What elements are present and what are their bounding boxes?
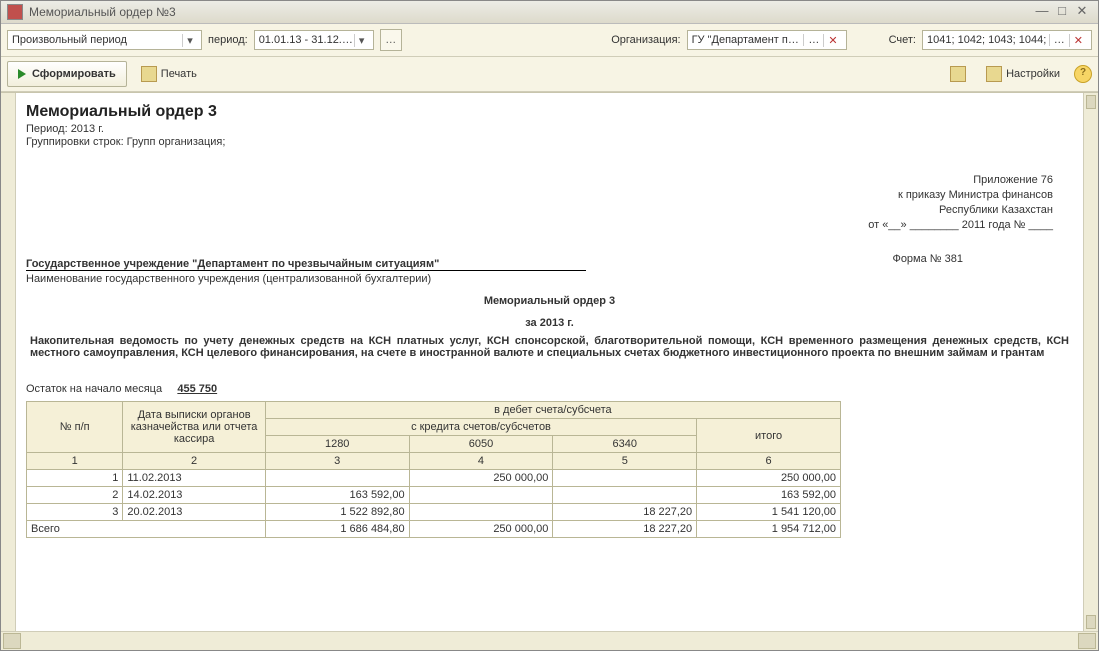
- colnum: 2: [123, 453, 265, 470]
- period-label: период:: [208, 34, 248, 46]
- scroll-track[interactable]: [23, 634, 1076, 648]
- org-sublabel: Наименование государственного учреждения…: [26, 273, 1073, 285]
- period-mode-combo[interactable]: Произвольный период ▾: [7, 30, 202, 50]
- window-title: Мемориальный ордер №3: [29, 5, 1032, 19]
- filter-toolbar: Произвольный период ▾ период: 01.01.13 -…: [1, 24, 1098, 57]
- table-total-row: Всего 1 686 484,80 250 000,00 18 227,20 …: [27, 521, 841, 538]
- report-grouping: Группировки строк: Групп организация;: [26, 136, 1073, 148]
- close-button[interactable]: ✕: [1072, 4, 1092, 20]
- help-button[interactable]: ?: [1074, 65, 1092, 83]
- chevron-down-icon[interactable]: ▾: [354, 34, 369, 47]
- appendix-block: Приложение 76 к приказу Министра финансо…: [868, 173, 1053, 233]
- table-row: 2 14.02.2013 163 592,00 163 592,00: [27, 487, 841, 504]
- balance-value: 455 750: [177, 383, 217, 395]
- generate-label: Сформировать: [32, 68, 116, 80]
- report-canvas: Мемориальный ордер 3 Период: 2013 г. Гру…: [16, 93, 1083, 631]
- settings-icon: [986, 66, 1002, 82]
- scroll-left-icon[interactable]: [3, 633, 21, 649]
- table-row: 1 11.02.2013 250 000,00 250 000,00: [27, 470, 841, 487]
- action-toolbar: Сформировать Печать Настройки ?: [1, 57, 1098, 92]
- th-col5: 6340: [553, 436, 697, 453]
- horizontal-scrollbar[interactable]: [1, 631, 1098, 650]
- scroll-right-icon[interactable]: [1078, 633, 1096, 649]
- acct-value: 1041; 1042; 1043; 1044;: [927, 34, 1049, 46]
- org-label: Организация:: [611, 34, 680, 46]
- generate-button[interactable]: Сформировать: [7, 61, 127, 87]
- grid-icon: [950, 66, 966, 82]
- settings-label: Настройки: [1006, 68, 1060, 80]
- ellipsis-icon[interactable]: …: [1049, 34, 1069, 46]
- printer-icon: [141, 66, 157, 82]
- chevron-down-icon[interactable]: ▾: [182, 34, 197, 47]
- opening-balance: Остаток на начало месяца 455 750: [26, 383, 1073, 395]
- th-col3: 1280: [265, 436, 409, 453]
- report-area: Мемориальный ордер 3 Период: 2013 г. Гру…: [1, 92, 1098, 631]
- report-table: № п/п Дата выписки органов казначейства …: [26, 401, 841, 538]
- vertical-scrollbar[interactable]: [1083, 93, 1098, 631]
- org-name: Государственное учреждение "Департамент …: [26, 258, 586, 271]
- org-field[interactable]: ГУ "Департамент по чр … ✕: [687, 30, 847, 50]
- app-window: Мемориальный ордер №3 — □ ✕ Произвольный…: [0, 0, 1099, 651]
- scroll-up-icon[interactable]: [1086, 95, 1096, 109]
- org-value: ГУ "Департамент по чр: [692, 34, 804, 46]
- balance-label: Остаток на начало месяца: [26, 383, 162, 395]
- th-debit: в дебет счета/субсчета: [265, 402, 840, 419]
- doc-description: Накопительная ведомость по учету денежны…: [30, 335, 1069, 359]
- report-title: Мемориальный ордер 3: [26, 103, 1073, 121]
- settings-button[interactable]: Настройки: [980, 63, 1066, 85]
- appendix-line: Республики Казахстан: [868, 203, 1053, 218]
- app-icon: [7, 4, 23, 20]
- th-date: Дата выписки органов казначейства или от…: [123, 402, 265, 453]
- doc-subtitle: за 2013 г.: [26, 317, 1073, 329]
- th-credit: с кредита счетов/субсчетов: [265, 419, 696, 436]
- th-col4: 6050: [409, 436, 553, 453]
- maximize-button[interactable]: □: [1052, 4, 1072, 20]
- print-label: Печать: [161, 68, 197, 80]
- titlebar: Мемориальный ордер №3 — □ ✕: [1, 1, 1098, 24]
- scroll-down-icon[interactable]: [1086, 615, 1096, 629]
- minimize-button[interactable]: —: [1032, 4, 1052, 20]
- colnum: 4: [409, 453, 553, 470]
- report-period: Период: 2013 г.: [26, 123, 1073, 135]
- appendix-line: Приложение 76: [868, 173, 1053, 188]
- th-total: итого: [697, 419, 841, 453]
- period-field[interactable]: 01.01.13 - 31.12.13 ▾: [254, 30, 374, 50]
- clear-icon[interactable]: ✕: [823, 34, 841, 47]
- clear-icon[interactable]: ✕: [1069, 34, 1087, 47]
- acct-field[interactable]: 1041; 1042; 1043; 1044; … ✕: [922, 30, 1092, 50]
- form-number: Форма № 381: [892, 253, 963, 265]
- colnum: 1: [27, 453, 123, 470]
- colnum: 3: [265, 453, 409, 470]
- period-mode-value: Произвольный период: [12, 34, 182, 46]
- grid-button[interactable]: [944, 63, 972, 85]
- appendix-line: к приказу Министра финансов: [868, 188, 1053, 203]
- th-num: № п/п: [27, 402, 123, 453]
- appendix-line: от «__» ________ 2011 года № ____: [868, 218, 1053, 233]
- colnum: 5: [553, 453, 697, 470]
- ellipsis-icon[interactable]: …: [803, 34, 823, 46]
- acct-label: Счет:: [889, 34, 916, 46]
- doc-title: Мемориальный ордер 3: [26, 295, 1073, 307]
- period-picker-button[interactable]: …: [380, 29, 402, 51]
- print-button[interactable]: Печать: [135, 63, 203, 85]
- left-ruler: [1, 93, 16, 631]
- play-icon: [18, 69, 26, 79]
- colnum: 6: [697, 453, 841, 470]
- period-value: 01.01.13 - 31.12.13: [259, 34, 354, 46]
- table-row: 3 20.02.2013 1 522 892,80 18 227,20 1 54…: [27, 504, 841, 521]
- table-wrap: № п/п Дата выписки органов казначейства …: [26, 401, 1073, 538]
